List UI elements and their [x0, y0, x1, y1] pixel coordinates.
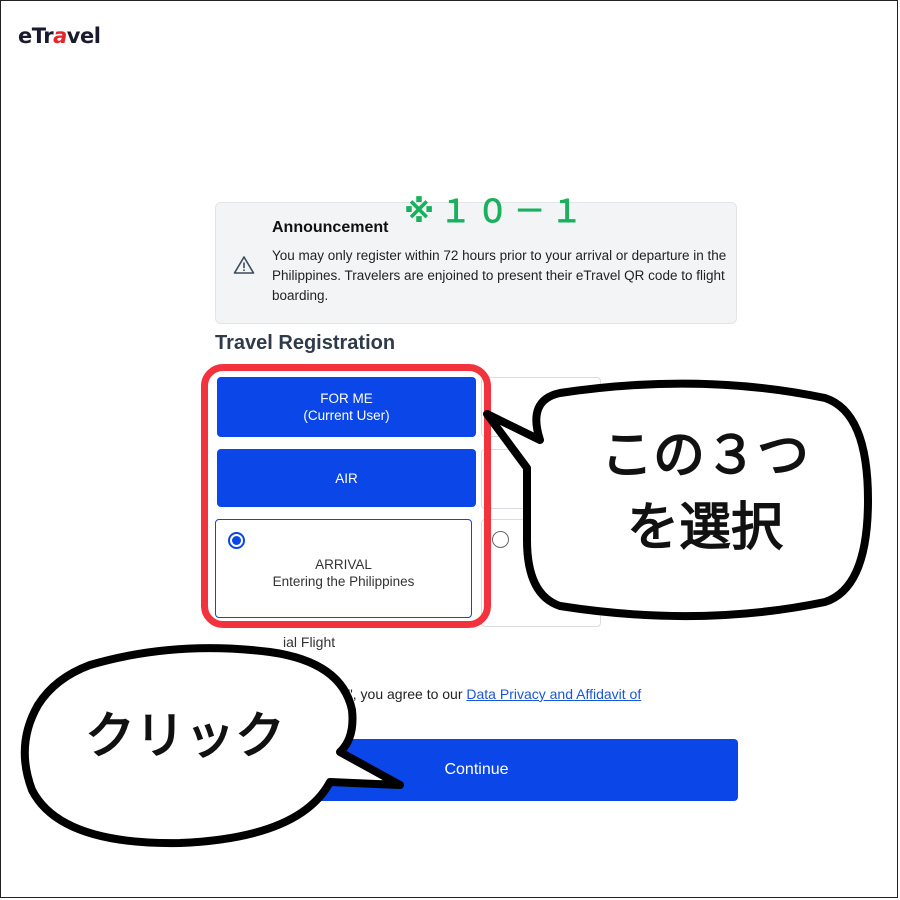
continue-label: Continue [444, 761, 509, 778]
announcement-body: You may only register within 72 hours pr… [272, 248, 727, 303]
etravel-logo[interactable]: eTravel [18, 24, 101, 48]
select-callout-text: この３つ を選択 [560, 420, 850, 564]
special-flight-label: ial Flight [283, 634, 336, 650]
arrival-label: ARRIVAL [315, 557, 372, 572]
air-button[interactable]: AIR [217, 449, 476, 507]
data-privacy-link[interactable]: Data Privacy and Affidavit of [466, 686, 641, 702]
for-me-button[interactable]: FOR ME (Current User) [217, 377, 476, 437]
click-callout-text: クリック [85, 707, 285, 765]
warning-triangle-icon [233, 256, 255, 274]
air-label: AIR [335, 470, 358, 486]
arrival-option-card[interactable]: ARRIVAL Entering the Philippines [215, 519, 472, 618]
for-me-label: FOR ME [320, 391, 373, 406]
arrival-sublabel: Entering the Philippines [272, 574, 415, 589]
arrival-radio[interactable] [228, 532, 245, 549]
current-user-label: (Current User) [303, 408, 390, 423]
departure-radio[interactable] [492, 531, 509, 548]
select-callout-line1: この３つ [600, 426, 809, 486]
agreement-text: e", you agree to our Data Privacy and Af… [340, 686, 641, 702]
travel-registration-title: Travel Registration [215, 332, 396, 354]
announcement-title: Announcement [272, 219, 389, 236]
select-callout-line2: を選択 [626, 498, 783, 558]
agreement-prefix: e", you agree to our [340, 686, 467, 702]
annotation-step-code: ※１０－１ [404, 194, 589, 230]
